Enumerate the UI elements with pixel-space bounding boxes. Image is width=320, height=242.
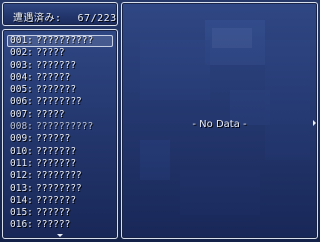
entry-number: 009:: [10, 133, 33, 145]
encounter-count: 遭遇済み: 67/223: [13, 9, 117, 24]
list-item[interactable]: 012:????????: [3, 170, 119, 182]
entry-name: ????????: [36, 170, 82, 182]
entry-name: ?????: [36, 108, 65, 120]
bestiary-list-window: 001:?????????? 002:????? 003:??????? 004…: [2, 29, 118, 239]
list-item[interactable]: 003:???????: [3, 60, 119, 72]
entry-name: ????????: [36, 182, 82, 194]
list-item[interactable]: 008:??????????: [3, 121, 119, 133]
list-item[interactable]: 002:?????: [3, 47, 119, 59]
list-item[interactable]: 011:???????: [3, 158, 119, 170]
entry-number: 012:: [10, 170, 33, 182]
entry-number: 001:: [10, 35, 33, 46]
entry-number: 013:: [10, 182, 33, 194]
list-item[interactable]: 007:?????: [3, 109, 119, 121]
entry-number: 007:: [10, 108, 33, 120]
entry-name: ??????????: [36, 35, 94, 46]
entry-name: ???????: [36, 84, 77, 96]
entry-number: 003:: [10, 59, 33, 71]
list-item[interactable]: 009:??????: [3, 133, 119, 145]
scroll-down-arrow-icon[interactable]: [57, 234, 63, 237]
entry-name: ??????: [36, 219, 71, 231]
encounter-label: 遭遇済み:: [13, 13, 62, 24]
entry-name: ??????: [36, 207, 71, 219]
no-data-text: - No Data -: [192, 119, 247, 130]
entry-name: ?????: [36, 47, 65, 59]
entry-number: 002:: [10, 47, 33, 59]
entry-number: 016:: [10, 219, 33, 231]
bestiary-list: 001:?????????? 002:????? 003:??????? 004…: [3, 35, 119, 232]
detail-window: - No Data -: [121, 2, 318, 239]
list-item[interactable]: 004:??????: [3, 72, 119, 84]
entry-name: ????????: [36, 96, 82, 108]
entry-name: ??????: [36, 71, 71, 83]
list-item[interactable]: 015:??????: [3, 207, 119, 219]
entry-name: ??????????: [36, 121, 94, 133]
entry-number: 008:: [10, 121, 33, 133]
entry-number: 014:: [10, 194, 33, 206]
page-right-arrow-icon[interactable]: [313, 120, 316, 126]
encounter-count-window: 遭遇済み: 67/223: [2, 2, 118, 26]
entry-name: ???????: [36, 157, 77, 169]
entry-number: 015:: [10, 207, 33, 219]
list-item[interactable]: 014:???????: [3, 195, 119, 207]
encounter-value: 67/223: [77, 13, 117, 24]
entry-number: 011:: [10, 157, 33, 169]
entry-name: ???????: [36, 194, 77, 206]
entry-number: 010:: [10, 145, 33, 157]
entry-name: ???????: [36, 145, 77, 157]
entry-number: 004:: [10, 71, 33, 83]
list-item[interactable]: 016:??????: [3, 219, 119, 231]
entry-number: 005:: [10, 84, 33, 96]
list-item[interactable]: 005:???????: [3, 84, 119, 96]
list-item[interactable]: 001:??????????: [3, 35, 119, 48]
entry-number: 006:: [10, 96, 33, 108]
list-item[interactable]: 010:???????: [3, 146, 119, 158]
list-item[interactable]: 013:????????: [3, 183, 119, 195]
entry-name: ???????: [36, 59, 77, 71]
list-item[interactable]: 006:????????: [3, 96, 119, 108]
entry-name: ??????: [36, 133, 71, 145]
